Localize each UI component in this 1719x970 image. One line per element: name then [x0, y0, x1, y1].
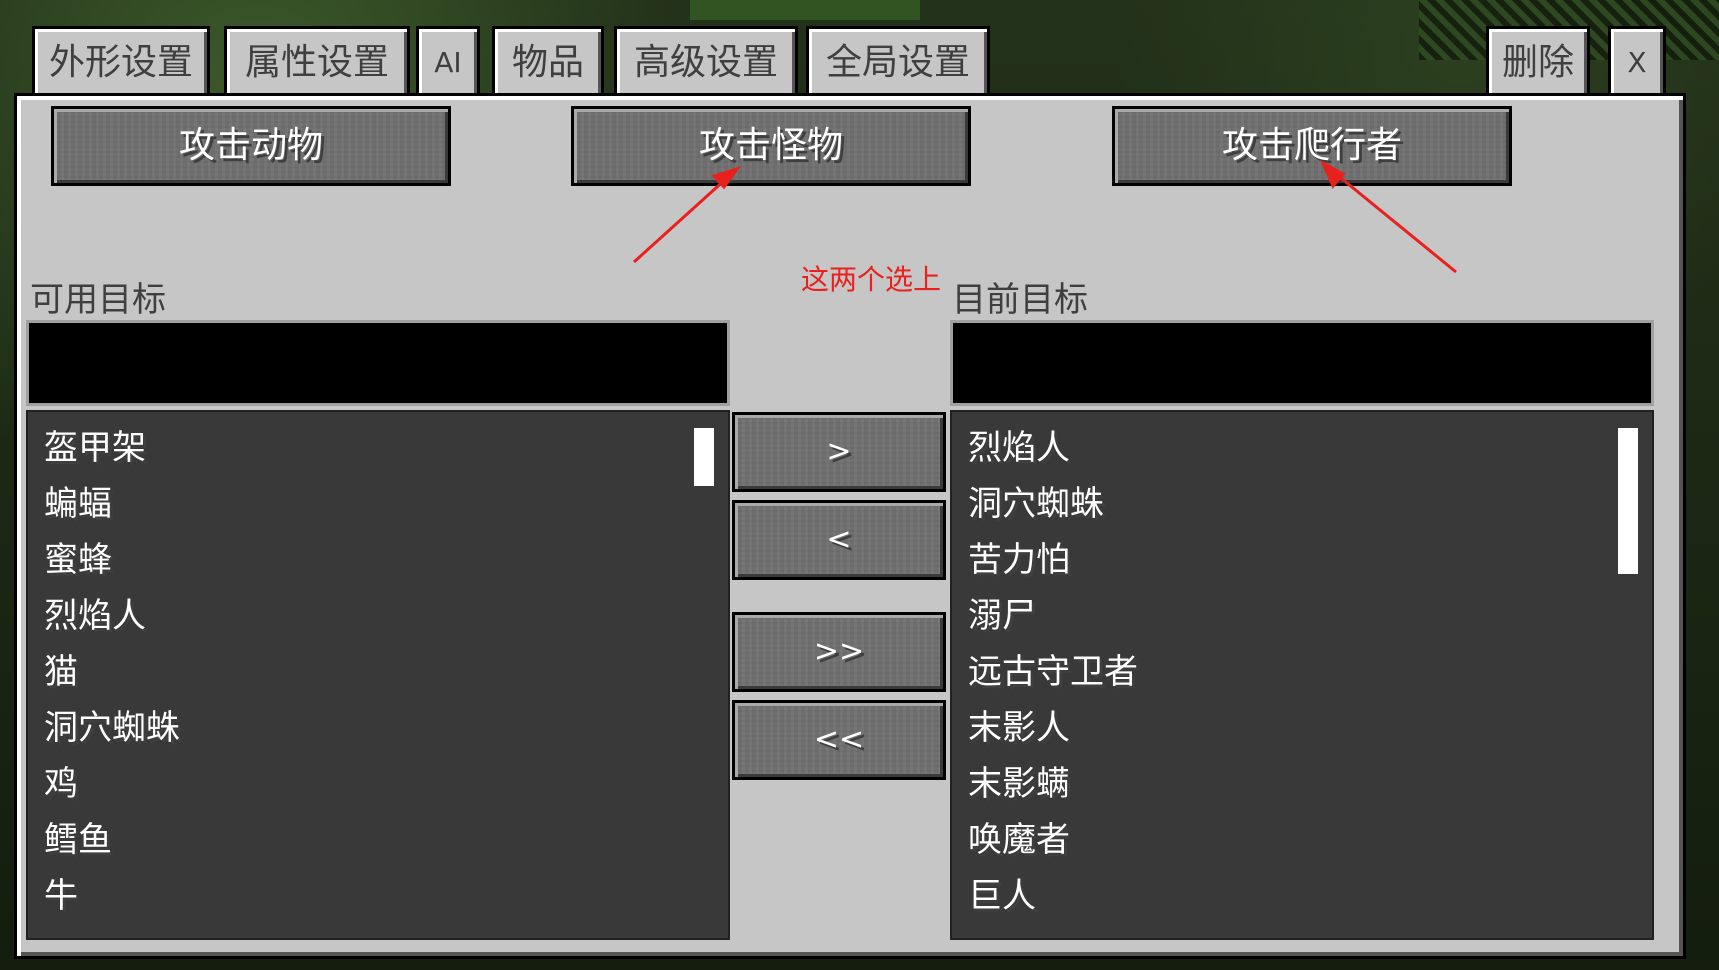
list-item[interactable]: 远古守卫者 — [952, 644, 1652, 700]
tab-ai[interactable]: AI — [416, 26, 480, 98]
list-item[interactable]: 烈焰人 — [28, 588, 728, 644]
list-item[interactable]: 蜜蜂 — [28, 532, 728, 588]
tab-global[interactable]: 全局设置 — [806, 26, 990, 98]
current-targets-list[interactable]: 烈焰人 洞穴蜘蛛 苦力怕 溺尸 远古守卫者 末影人 末影螨 唤魔者 巨人 — [950, 410, 1654, 940]
attack-monsters-button[interactable]: 攻击怪物 — [571, 106, 971, 186]
list-item[interactable]: 猫 — [28, 644, 728, 700]
tab-attributes[interactable]: 属性设置 — [224, 26, 410, 98]
move-all-left-button[interactable]: << — [732, 700, 946, 780]
available-targets-list[interactable]: 盔甲架 蝙蝠 蜜蜂 烈焰人 猫 洞穴蜘蛛 鸡 鳕鱼 牛 — [26, 410, 730, 940]
current-scrollbar[interactable] — [1618, 428, 1638, 574]
list-item[interactable]: 巨人 — [952, 868, 1652, 924]
close-button[interactable]: X — [1608, 26, 1666, 98]
list-item[interactable]: 洞穴蜘蛛 — [952, 476, 1652, 532]
move-all-right-button[interactable]: >> — [732, 612, 946, 692]
tab-advanced[interactable]: 高级设置 — [614, 26, 798, 98]
list-item[interactable]: 蝙蝠 — [28, 476, 728, 532]
list-item[interactable]: 苦力怕 — [952, 532, 1652, 588]
current-search-input[interactable] — [950, 320, 1654, 406]
annotation-note: 这两个选上 — [801, 263, 942, 296]
tab-items[interactable]: 物品 — [492, 26, 604, 98]
tab-appearance[interactable]: 外形设置 — [32, 26, 210, 98]
available-targets-label: 可用目标 — [30, 280, 166, 320]
list-item[interactable]: 唤魔者 — [952, 812, 1652, 868]
current-targets-label: 目前目标 — [952, 280, 1088, 320]
tab-delete[interactable]: 删除 — [1486, 26, 1590, 98]
move-right-button[interactable]: > — [732, 412, 946, 492]
background-sign — [690, 0, 920, 20]
list-item[interactable]: 鳕鱼 — [28, 812, 728, 868]
list-item[interactable]: 牛 — [28, 868, 728, 924]
list-item[interactable]: 溺尸 — [952, 588, 1652, 644]
attack-animals-button[interactable]: 攻击动物 — [51, 106, 451, 186]
list-item[interactable]: 末影人 — [952, 700, 1652, 756]
list-item[interactable]: 鸡 — [28, 756, 728, 812]
list-item[interactable]: 盔甲架 — [28, 420, 728, 476]
available-scrollbar[interactable] — [694, 428, 714, 486]
list-item[interactable]: 末影螨 — [952, 756, 1652, 812]
list-item[interactable]: 洞穴蜘蛛 — [28, 700, 728, 756]
move-left-button[interactable]: < — [732, 500, 946, 580]
available-search-input[interactable] — [26, 320, 730, 406]
attack-creepers-button[interactable]: 攻击爬行者 — [1112, 106, 1512, 186]
list-item[interactable]: 烈焰人 — [952, 420, 1652, 476]
